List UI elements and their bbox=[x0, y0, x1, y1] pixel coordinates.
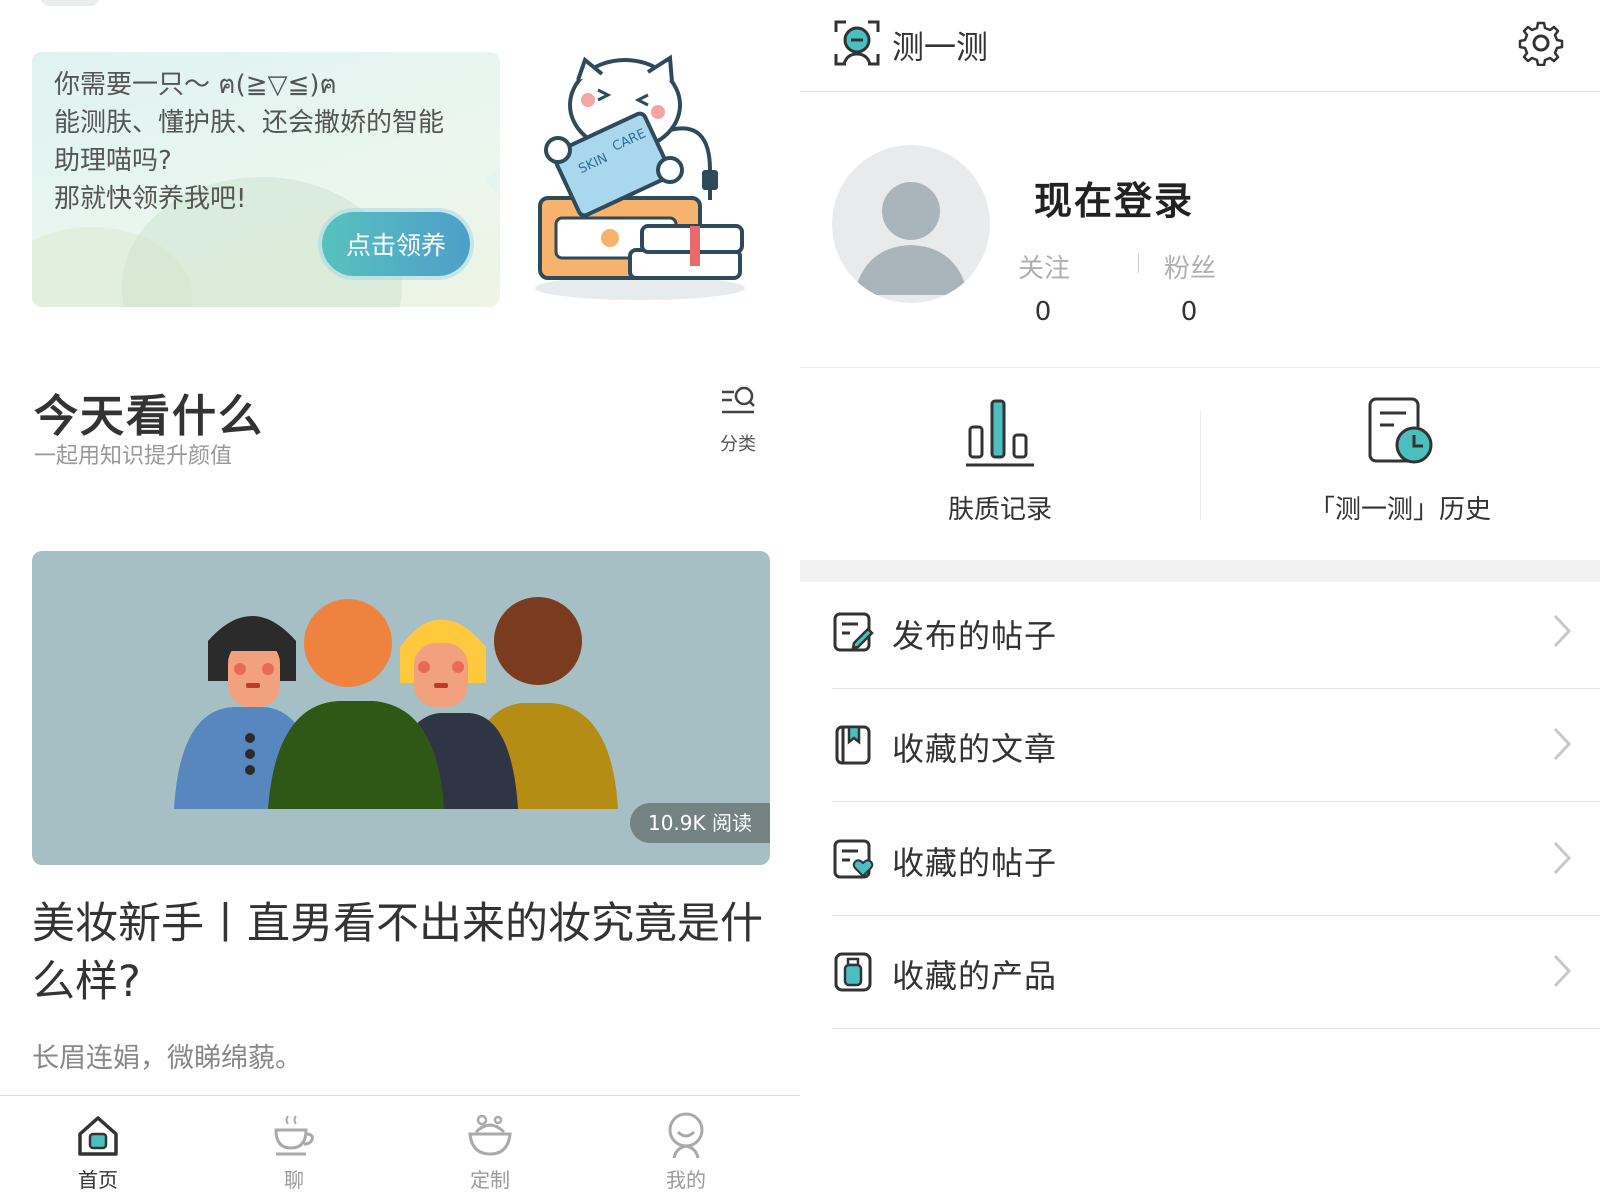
read-count-badge: 10.9K 阅读 bbox=[629, 803, 770, 843]
promo-text: 你需要一只～ ฅ(≧▽≦)ฅ 能测肤、懂护肤、还会撒娇的智能 助理喵吗? 那就快… bbox=[54, 66, 444, 218]
tab-mine[interactable]: 我的 bbox=[626, 1112, 746, 1193]
tab-home[interactable]: 首页 bbox=[38, 1112, 158, 1193]
menu-item-saved-products[interactable]: 收藏的产品 bbox=[832, 913, 1600, 1029]
adopt-promo-card[interactable]: 你需要一只～ ฅ(≧▽≦)ฅ 能测肤、懂护肤、还会撒娇的智能 助理喵吗? 那就快… bbox=[32, 52, 500, 307]
skin-record-button[interactable]: 肤质记录 bbox=[800, 395, 1200, 526]
history-clock-icon bbox=[1368, 397, 1433, 464]
profile-screen: 测一测 现在登录 关注 粉丝 0 0 肤质记录 「测一测」历史 发布的帖子 收藏… bbox=[800, 0, 1600, 1198]
tab-label: 首页 bbox=[78, 1168, 118, 1192]
quick-label: 肤质记录 bbox=[947, 495, 1052, 525]
category-label: 分类 bbox=[720, 434, 756, 455]
fans-label[interactable]: 粉丝 bbox=[1164, 248, 1216, 285]
scan-title[interactable]: 测一测 bbox=[892, 22, 988, 68]
section-title: 今天看什么 bbox=[34, 391, 264, 442]
chevron-right-icon bbox=[1553, 727, 1572, 761]
person-icon bbox=[668, 1112, 704, 1159]
bar-chart-icon bbox=[966, 399, 1034, 467]
menu-item-saved-articles[interactable]: 收藏的文章 bbox=[832, 686, 1600, 802]
follow-label[interactable]: 关注 bbox=[1018, 248, 1070, 285]
menu-label: 收藏的帖子 bbox=[892, 844, 1058, 882]
chevron-right-icon bbox=[1553, 614, 1572, 648]
bottle-icon bbox=[834, 952, 872, 992]
tab-custom[interactable]: 定制 bbox=[430, 1112, 550, 1193]
gear-icon[interactable] bbox=[1518, 20, 1564, 66]
menu-item-saved-posts[interactable]: 收藏的帖子 bbox=[832, 800, 1600, 916]
face-scan-icon[interactable] bbox=[832, 18, 882, 68]
heart-post-icon bbox=[833, 839, 874, 879]
adopt-button[interactable]: 点击领养 bbox=[322, 212, 470, 276]
default-avatar-icon bbox=[854, 182, 968, 295]
profile-header: 测一测 bbox=[800, 0, 1600, 92]
section-subtitle: 一起用知识提升颜值 bbox=[34, 444, 233, 469]
tab-label: 聊 bbox=[284, 1168, 304, 1192]
quick-label: 「测一测」历史 bbox=[1308, 495, 1491, 525]
scan-history-button[interactable]: 「测一测」历史 bbox=[1200, 395, 1600, 526]
promo-line: 能测肤、懂护肤、还会撒娇的智能 bbox=[54, 108, 445, 138]
login-button[interactable]: 现在登录 bbox=[1034, 170, 1194, 225]
home-screen: 你需要一只～ ฅ(≧▽≦)ฅ 能测肤、懂护肤、还会撒娇的智能 助理喵吗? 那就快… bbox=[0, 0, 800, 1198]
bowl-icon bbox=[468, 1114, 512, 1156]
bookmark-book-icon bbox=[835, 725, 871, 765]
menu-item-published-posts[interactable]: 发布的帖子 bbox=[832, 573, 1600, 689]
cat-mascot-illustration: SKIN CARE bbox=[535, 54, 745, 300]
avatar[interactable] bbox=[832, 145, 990, 303]
promo-line: 助理喵吗? bbox=[54, 146, 172, 176]
menu-label: 收藏的文章 bbox=[892, 730, 1058, 768]
article-title[interactable]: 美妆新手丨直男看不出来的妆究竟是什么样? bbox=[32, 895, 772, 1011]
promo-line: 你需要一只～ ฅ(≧▽≦)ฅ bbox=[54, 70, 337, 100]
tab-label: 我的 bbox=[666, 1168, 706, 1192]
edit-post-icon bbox=[833, 612, 874, 652]
chevron-right-icon bbox=[1553, 841, 1572, 875]
menu-label: 收藏的产品 bbox=[892, 957, 1058, 995]
home-icon bbox=[78, 1116, 118, 1156]
chevron-right-icon bbox=[1553, 954, 1572, 988]
menu-label: 发布的帖子 bbox=[892, 617, 1058, 655]
category-search-icon bbox=[722, 386, 755, 414]
top-partial-element bbox=[40, 0, 100, 6]
stat-divider bbox=[1138, 253, 1139, 273]
bottom-tab-bar: 首页 聊 定制 我的 bbox=[0, 1095, 800, 1198]
follow-count: 0 bbox=[1034, 297, 1052, 327]
category-button[interactable]: 分类 bbox=[716, 384, 760, 455]
tab-chat[interactable]: 聊 bbox=[234, 1112, 354, 1193]
fans-count: 0 bbox=[1180, 297, 1198, 327]
coffee-cup-icon bbox=[274, 1115, 314, 1156]
article-description: 长眉连娟，微睇绵藐。 bbox=[32, 1043, 302, 1074]
article-cover-image[interactable]: 10.9K 阅读 bbox=[32, 551, 770, 865]
tab-label: 定制 bbox=[470, 1168, 510, 1192]
